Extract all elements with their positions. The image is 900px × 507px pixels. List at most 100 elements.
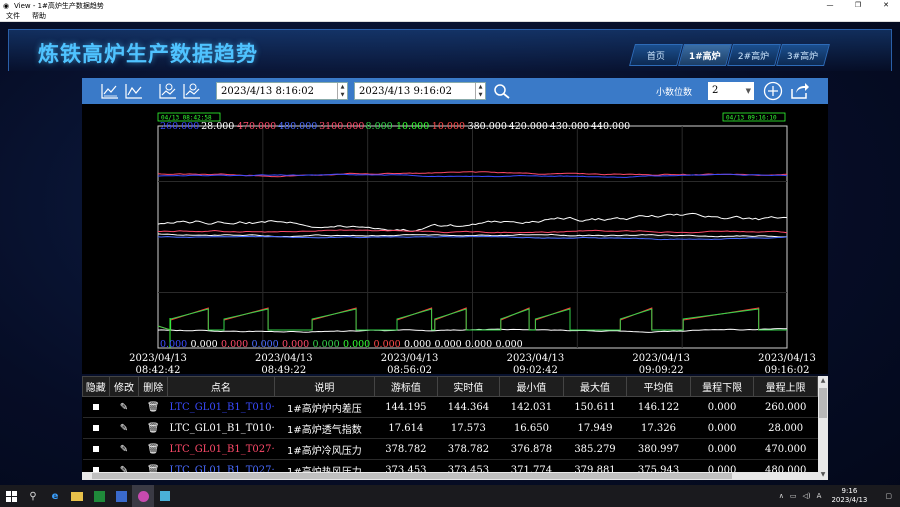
- range-high-label: 430.000: [550, 121, 589, 132]
- range-high-label: 28.000: [201, 121, 234, 132]
- edit-pencil-icon[interactable]: ✎: [109, 396, 139, 418]
- restore-button[interactable]: ❐: [844, 0, 872, 11]
- table-body: ✎ 🗑 LTC_GL01_B1_T010··· 1#高炉炉内差压 144.195 144.…: [82, 396, 818, 480]
- table-horizontal-scrollbar[interactable]: [82, 472, 818, 480]
- edge-browser-icon[interactable]: e: [44, 485, 66, 507]
- minimize-button[interactable]: —: [816, 0, 844, 11]
- description-cell: 1#高炉冷风压力: [274, 438, 375, 460]
- x-tick-date: 2023/04/13: [255, 353, 313, 364]
- tab-furnace-1[interactable]: 1#高炉: [678, 44, 732, 66]
- table-row[interactable]: ✎ 🗑 LTC_GL01_B1_T027··· 1#高炉冷风压力 378.782 378.…: [82, 438, 818, 460]
- max-value-cell: 17.949: [563, 417, 627, 439]
- range-low-label: 0.000: [191, 339, 218, 350]
- realtime-value-cell: 144.364: [437, 396, 500, 418]
- min-value-cell: 16.650: [499, 417, 564, 439]
- volume-icon[interactable]: ◁): [803, 492, 811, 500]
- system-tray: ∧ ▭ ◁) A 9:16 2023/4/13 ▢: [779, 485, 900, 507]
- range-low-cell: 0.000: [690, 438, 754, 460]
- tag-name-cell: LTC_GL01_B1_T010···: [167, 396, 275, 418]
- zoom-in-trend-icon[interactable]: [158, 81, 178, 101]
- hide-checkbox[interactable]: [82, 438, 110, 460]
- range-low-label: 0.000: [282, 339, 309, 350]
- scroll-thumb[interactable]: [819, 388, 827, 418]
- range-low-label: 0.000: [252, 339, 279, 350]
- excel-app-icon[interactable]: [88, 485, 110, 507]
- table-vertical-scrollbar[interactable]: ▲ ▼: [818, 376, 828, 480]
- add-circle-icon: [763, 81, 783, 101]
- range-high-label: 3100.000: [319, 121, 364, 132]
- scroll-up-icon[interactable]: ▲: [818, 376, 828, 386]
- x-tick-time: 09:09:22: [639, 365, 684, 374]
- start-time-value: 2023/4/13 8:16:02: [221, 86, 315, 97]
- clock-time: 9:16: [841, 487, 858, 495]
- cursor-value-cell: 378.782: [374, 438, 438, 460]
- range-high-label: 10.000: [432, 121, 465, 132]
- header: 炼铁高炉生产数据趋势 首页 1#高炉 2#高炉 3#高炉: [0, 22, 900, 74]
- range-low-label: 0.000: [221, 339, 248, 350]
- hide-checkbox[interactable]: [82, 417, 110, 439]
- edit-pencil-icon[interactable]: ✎: [109, 438, 139, 460]
- studio-app-icon[interactable]: [110, 485, 132, 507]
- delete-trash-icon[interactable]: 🗑: [138, 396, 168, 418]
- window-titlebar: ◉ View - 1#高炉生产数据趋势 — ❐ ✕: [0, 0, 900, 11]
- scroll-down-icon[interactable]: ▼: [818, 470, 828, 480]
- hscroll-thumb[interactable]: [92, 473, 732, 479]
- col-cursor: 游标值: [374, 376, 438, 397]
- start-time-input[interactable]: 2023/4/13 8:16:02 ▲ ▼: [216, 82, 348, 100]
- menu-help[interactable]: 帮助: [26, 11, 52, 21]
- points-table-container: 隐藏 修改 删除 点名 说明 游标值 实时值 最小值 最大值 平均值 量程下限 …: [82, 376, 828, 480]
- hide-checkbox[interactable]: [82, 396, 110, 418]
- decimal-places-value: 2: [712, 85, 719, 96]
- taskbar-search-icon[interactable]: ⚲: [22, 485, 44, 507]
- range-high-cell: 28.000: [753, 417, 818, 439]
- start-time-spinner[interactable]: ▲ ▼: [337, 83, 347, 99]
- x-tick-date: 2023/04/13: [129, 353, 187, 364]
- view-app-icon[interactable]: [132, 485, 154, 507]
- network-icon[interactable]: ▭: [790, 492, 797, 500]
- x-tick-date: 2023/04/13: [507, 353, 565, 364]
- col-range-high: 量程上限: [753, 376, 818, 397]
- x-tick-date: 2023/04/13: [758, 353, 816, 364]
- taskbar-clock[interactable]: 9:16 2023/4/13: [831, 487, 867, 505]
- end-time-input[interactable]: 2023/4/13 9:16:02 ▲ ▼: [354, 82, 486, 100]
- trend-merge-icon[interactable]: [124, 81, 144, 101]
- tab-furnace-2[interactable]: 2#高炉: [727, 44, 781, 66]
- menu-file[interactable]: 文件: [0, 11, 26, 21]
- add-point-button[interactable]: [763, 81, 783, 101]
- table-row[interactable]: ✎ 🗑 LTC_GL01_B1_T010··· 1#高炉透气指数 17.614 17.57…: [82, 417, 818, 439]
- windows-start-icon[interactable]: [0, 485, 22, 507]
- tab-furnace-3[interactable]: 3#高炉: [776, 44, 830, 66]
- input-lang-indicator[interactable]: A: [817, 492, 822, 500]
- app-icon: ◉: [3, 1, 10, 10]
- export-icon: [791, 83, 809, 99]
- zoom-out-trend-icon[interactable]: [182, 81, 202, 101]
- export-button[interactable]: [790, 81, 810, 101]
- tab-home[interactable]: 首页: [629, 44, 683, 66]
- delete-trash-icon[interactable]: 🗑: [138, 438, 168, 460]
- window-title: View - 1#高炉生产数据趋势: [14, 1, 104, 10]
- range-high-label: 440.000: [591, 121, 630, 132]
- search-icon[interactable]: [492, 81, 512, 101]
- cursor-value-cell: 144.195: [374, 396, 438, 418]
- decimal-places-label: 小数位数: [656, 88, 693, 98]
- delete-trash-icon[interactable]: 🗑: [138, 417, 168, 439]
- file-explorer-icon[interactable]: [66, 485, 88, 507]
- tray-chevron-icon[interactable]: ∧: [779, 492, 784, 500]
- decimal-places-select[interactable]: 2 ▼: [708, 82, 754, 100]
- range-low-label: 0.000: [160, 339, 187, 350]
- table-row[interactable]: ✎ 🗑 LTC_GL01_B1_T010··· 1#高炉炉内差压 144.195 144.…: [82, 396, 818, 418]
- close-button[interactable]: ✕: [872, 0, 900, 11]
- col-max: 最大值: [562, 376, 628, 397]
- min-value-cell: 142.031: [499, 396, 564, 418]
- app-window: ◉ View - 1#高炉生产数据趋势 — ❐ ✕ 文件 帮助 炼铁高炉生产数据…: [0, 0, 900, 507]
- notification-icon[interactable]: ▢: [885, 492, 892, 500]
- edit-pencil-icon[interactable]: ✎: [109, 417, 139, 439]
- range-low-label: 0.000: [404, 339, 431, 350]
- range-low-label: 0.000: [313, 339, 340, 350]
- x-tick-time: 08:56:02: [387, 365, 432, 374]
- other-app-icon[interactable]: [154, 485, 176, 507]
- trend-split-icon[interactable]: [100, 81, 120, 101]
- end-time-spinner[interactable]: ▲ ▼: [475, 83, 485, 99]
- trend-chart[interactable]: 04/13 08:42:58 04/13 09:16:10 260.000 28.00…: [82, 104, 828, 374]
- trend-chart-svg[interactable]: 04/13 08:42:58 04/13 09:16:10260.000 28.00…: [82, 104, 828, 374]
